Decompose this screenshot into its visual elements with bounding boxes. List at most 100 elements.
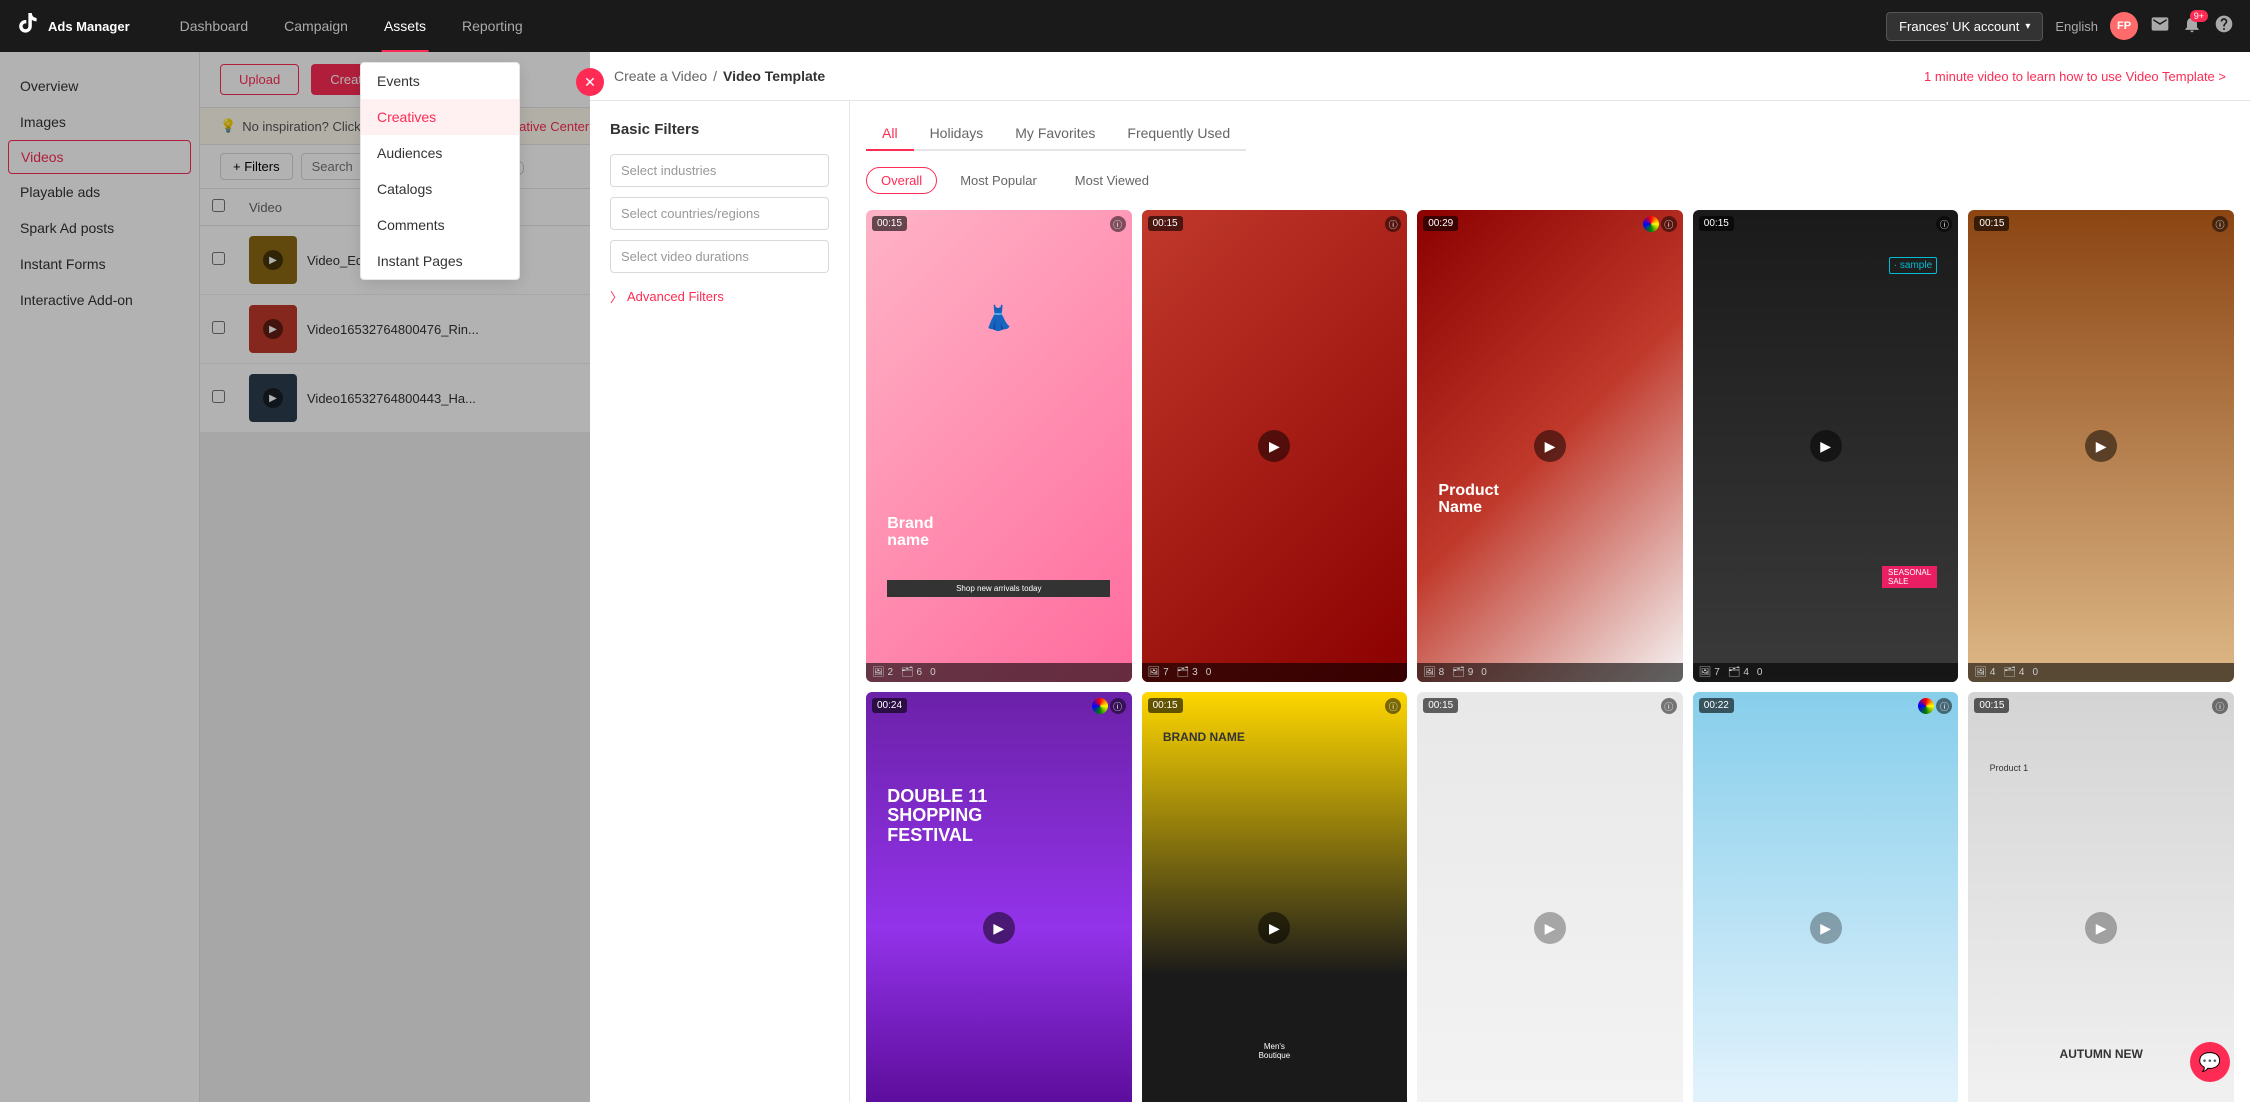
- nav-reporting[interactable]: Reporting: [444, 0, 541, 52]
- template-card-10[interactable]: 00:15 ⓘ Product 1 AUTUMN NEW ▶ 🖼 4 🗂 5 0: [1968, 692, 2234, 1102]
- mail-icon[interactable]: [2150, 14, 2170, 39]
- tab-all[interactable]: All: [866, 117, 914, 151]
- template-stat-3: 0: [1206, 667, 1212, 678]
- help-video-link[interactable]: 1 minute video to learn how to use Video…: [1924, 69, 2226, 84]
- industry-select[interactable]: Select industries: [610, 154, 829, 187]
- account-name: Frances' UK account: [1899, 19, 2019, 34]
- play-button[interactable]: ▶: [1258, 430, 1290, 462]
- nav-campaign[interactable]: Campaign: [266, 0, 366, 52]
- template-card-7[interactable]: 00:15 ⓘ BRAND NAME ▶ Men'sBoutique 🖼 4 🗂…: [1142, 692, 1408, 1102]
- template-duration: 00:15: [1148, 698, 1183, 713]
- play-button[interactable]: ▶: [1258, 912, 1290, 944]
- tab-frequently-used[interactable]: Frequently Used: [1111, 117, 1246, 151]
- breadcrumb-separator: /: [713, 68, 717, 84]
- template-stat-1: 🖼 7: [1148, 667, 1169, 678]
- play-button[interactable]: ▶: [1534, 430, 1566, 462]
- tab-holidays[interactable]: Holidays: [914, 117, 1000, 151]
- info-icon: ⓘ: [1385, 216, 1401, 232]
- dropdown-item-creatives[interactable]: Creatives: [361, 99, 519, 135]
- dropdown-item-events[interactable]: Events: [361, 63, 519, 99]
- template-card-5[interactable]: 00:15 ⓘ ▶ 🖼 4 🗂 4 0: [1968, 210, 2234, 682]
- template-card-6[interactable]: 00:24 ⓘ DOUBLE 11SHOPPINGFESTIVAL ▶ 🖼 13…: [866, 692, 1132, 1102]
- video-template-modal: ✕ Create a Video / Video Template 1 minu…: [590, 52, 2250, 1102]
- info-icon: ⓘ: [1110, 698, 1126, 714]
- advanced-filters-toggle[interactable]: 〉 Advanced Filters: [610, 287, 829, 306]
- chevron-down-icon: ▾: [2025, 21, 2030, 32]
- template-stat-1: 🖼 4: [1974, 667, 1995, 678]
- dropdown-item-catalogs[interactable]: Catalogs: [361, 171, 519, 207]
- template-stat-3: 0: [2032, 667, 2038, 678]
- template-footer: 🖼 7 🗂 4 0: [1693, 663, 1959, 682]
- template-duration: 00:24: [872, 698, 907, 713]
- nav-dashboard[interactable]: Dashboard: [162, 0, 267, 52]
- templates-panel: All Holidays My Favorites Frequently Use…: [850, 101, 2250, 1102]
- color-palette-icon: [1643, 216, 1659, 232]
- modal-header: Create a Video / Video Template 1 minute…: [590, 52, 2250, 101]
- template-stat-2: 🗂 3: [1177, 667, 1198, 678]
- avatar[interactable]: FP: [2110, 12, 2138, 40]
- template-footer: 🖼 2 🗂 6 0: [866, 663, 1132, 682]
- play-button[interactable]: ▶: [1810, 430, 1842, 462]
- tab-my-favorites[interactable]: My Favorites: [999, 117, 1111, 151]
- notification-badge: 9+: [2190, 10, 2208, 22]
- language-label[interactable]: English: [2055, 19, 2098, 34]
- subtab-most-popular[interactable]: Most Popular: [945, 167, 1052, 194]
- notification-icon[interactable]: 9+: [2182, 14, 2202, 39]
- filters-panel: Basic Filters Select industries Select c…: [590, 101, 850, 1102]
- template-stat-3: 0: [1481, 667, 1487, 678]
- template-footer: 🖼 4 🗂 4 0: [1968, 663, 2234, 682]
- template-duration: 00:15: [1974, 216, 2009, 231]
- template-stat-1: 🖼 8: [1423, 667, 1444, 678]
- color-palette-icon: [1918, 698, 1934, 714]
- subtab-most-viewed[interactable]: Most Viewed: [1060, 167, 1164, 194]
- template-duration: 00:29: [1423, 216, 1458, 231]
- top-navigation: Ads Manager Dashboard Campaign Assets Re…: [0, 0, 2250, 52]
- info-icon: ⓘ: [1385, 698, 1401, 714]
- play-button[interactable]: ▶: [2085, 430, 2117, 462]
- template-stat-3: 0: [1757, 667, 1763, 678]
- dropdown-item-comments[interactable]: Comments: [361, 207, 519, 243]
- duration-select[interactable]: Select video durations: [610, 240, 829, 273]
- app-name: Ads Manager: [48, 19, 130, 34]
- info-icon: ⓘ: [2212, 216, 2228, 232]
- template-stat-3: 0: [930, 667, 936, 678]
- template-stat-2: 🗂 9: [1452, 667, 1473, 678]
- template-card-8[interactable]: 00:15 ⓘ ▶ 🖼 2 🗂 4 0: [1417, 692, 1683, 1102]
- template-stat-1: 🖼 2: [872, 667, 893, 678]
- template-card-9[interactable]: 00:22 ⓘ ▶ 🖼 7 🗂 4 0: [1693, 692, 1959, 1102]
- template-card-3[interactable]: 00:29 ⓘ ProductName ▶ 🖼 8 🗂 9 0: [1417, 210, 1683, 682]
- template-card-2[interactable]: 00:15 ⓘ ▶ 🖼 7 🗂 3 0: [1142, 210, 1408, 682]
- dropdown-item-instant-pages[interactable]: Instant Pages: [361, 243, 519, 279]
- play-button[interactable]: ▶: [1534, 912, 1566, 944]
- template-stat-2: 🗂 4: [2003, 667, 2024, 678]
- info-icon: ⓘ: [2212, 698, 2228, 714]
- help-icon[interactable]: [2214, 14, 2234, 39]
- template-duration: 00:15: [1699, 216, 1734, 231]
- country-select[interactable]: Select countries/regions: [610, 197, 829, 230]
- account-selector[interactable]: Frances' UK account ▾: [1886, 12, 2043, 41]
- modal-close-button[interactable]: ✕: [576, 68, 604, 96]
- subtab-overall[interactable]: Overall: [866, 167, 937, 194]
- play-button[interactable]: ▶: [2085, 912, 2117, 944]
- play-button[interactable]: ▶: [983, 912, 1015, 944]
- dropdown-item-audiences[interactable]: Audiences: [361, 135, 519, 171]
- info-icon: ⓘ: [1661, 698, 1677, 714]
- nav-assets[interactable]: Assets: [366, 0, 444, 52]
- template-duration: 00:15: [1148, 216, 1183, 231]
- template-duration: 00:15: [872, 216, 907, 231]
- template-card-4[interactable]: 00:15 ⓘ · sample ▶ SEASONALSALE 🖼 7 🗂 4 …: [1693, 210, 1959, 682]
- breadcrumb-parent[interactable]: Create a Video: [614, 68, 707, 84]
- color-palette-icon: [1092, 698, 1108, 714]
- template-card-1[interactable]: 00:15 ⓘ 👗 Brandname Shop new arrivals to…: [866, 210, 1132, 682]
- template-stat-1: 🖼 7: [1699, 667, 1720, 678]
- breadcrumb: Create a Video / Video Template: [614, 68, 825, 84]
- app-logo[interactable]: Ads Manager: [16, 11, 130, 41]
- play-button[interactable]: ▶: [1810, 912, 1842, 944]
- filters-title: Basic Filters: [610, 121, 829, 138]
- nav-right: Frances' UK account ▾ English FP 9+: [1886, 12, 2234, 41]
- template-main-tabs: All Holidays My Favorites Frequently Use…: [866, 117, 1246, 151]
- live-chat-button[interactable]: 💬: [2190, 1042, 2230, 1082]
- template-sub-tabs: Overall Most Popular Most Viewed: [866, 167, 2234, 194]
- info-icon: ⓘ: [1661, 216, 1677, 232]
- advanced-filters-label: Advanced Filters: [627, 289, 724, 304]
